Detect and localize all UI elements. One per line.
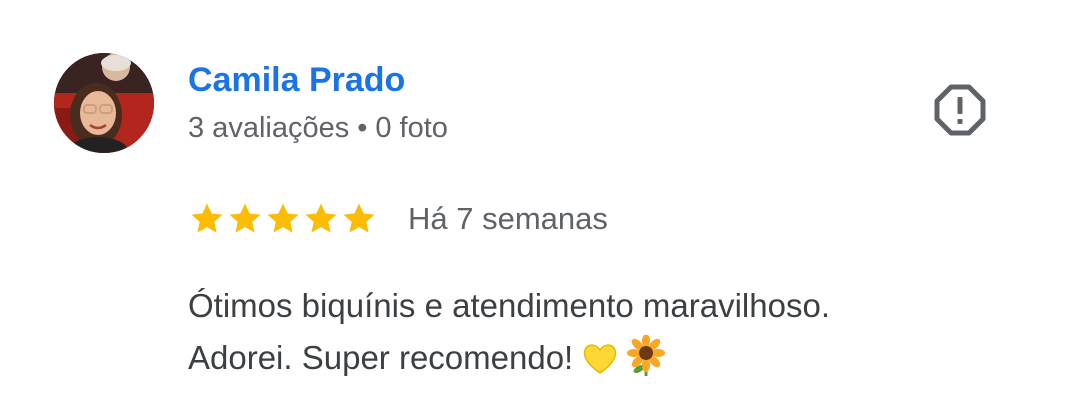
meta-separator: • (357, 112, 368, 144)
rating-row: Há 7 semanas (188, 196, 608, 242)
star-icon (191, 203, 223, 233)
review-text-line-2-text: Adorei. Super recomendo! (188, 339, 574, 376)
star-icon (305, 203, 337, 233)
review-text-line-1: Ótimos biquínis e atendimento maravilhos… (188, 287, 830, 324)
review-text: Ótimos biquínis e atendimento maravilhos… (188, 280, 1048, 392)
star-icon (229, 203, 261, 233)
photo-count: 0 foto (375, 112, 448, 144)
author-name[interactable]: Camila Prado (188, 58, 405, 102)
star-icon (343, 203, 375, 233)
report-review-button[interactable] (930, 80, 990, 140)
review-text-line-2: Adorei. Super recomendo! (188, 332, 1048, 392)
user-avatar-photo (54, 53, 154, 153)
review-count: 3 avaliações (188, 112, 350, 144)
star-rating (188, 200, 378, 238)
star-icon (267, 203, 299, 233)
report-octagon-icon (934, 84, 986, 136)
yellow-heart-emoji (581, 339, 619, 392)
review-card: Camila Prado 3 avaliações • 0 foto Há 7 se… (0, 0, 1080, 420)
avatar[interactable] (54, 53, 154, 153)
review-date: Há 7 semanas (408, 201, 608, 236)
author-stats: 3 avaliações • 0 foto (188, 108, 448, 148)
sunflower-emoji (627, 334, 666, 392)
